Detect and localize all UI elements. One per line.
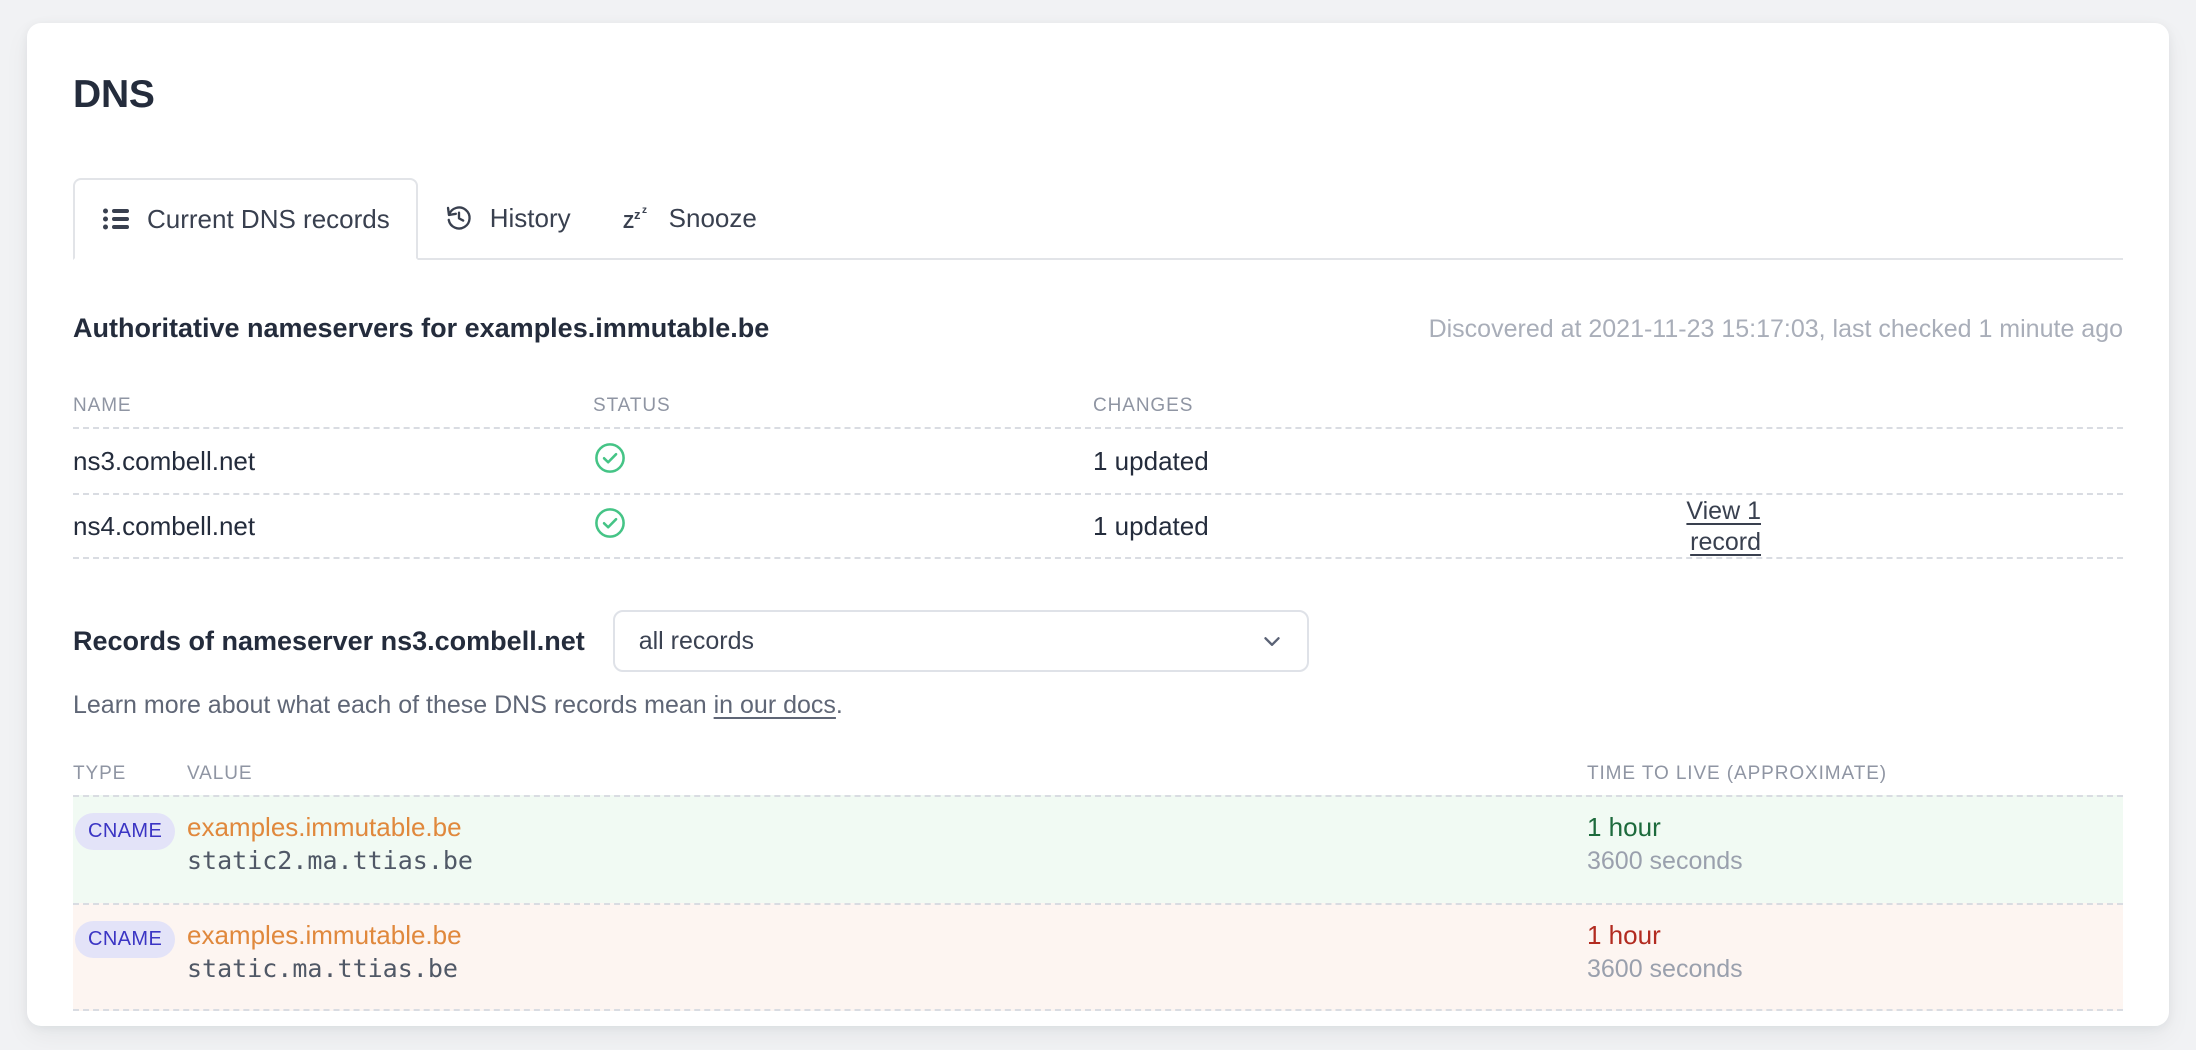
- nameserver-changes: 1 updated: [1093, 510, 1209, 541]
- column-header-value: VALUE: [187, 763, 253, 784]
- column-header-ttl: TIME TO LIVE (APPROXIMATE): [1587, 763, 1888, 784]
- column-header-name: NAME: [73, 395, 132, 416]
- record-target: static2.ma.ttias.be: [187, 845, 473, 875]
- discovered-meta: Discovered at 2021-11-23 15:17:03, last …: [1428, 315, 2123, 343]
- tab-label: Current DNS records: [147, 203, 390, 234]
- table-row: ns4.combell.net 1 updated View 1 record: [73, 493, 2123, 559]
- record-type: CNAME: [73, 813, 187, 850]
- tab-history[interactable]: History: [418, 178, 597, 258]
- record-type-filter-value: all records: [638, 626, 755, 655]
- table-row: CNAME examples.immutable.be static.ma.tt…: [73, 903, 2123, 1011]
- page-root: DNS Current DNS records History Z z z Sn…: [0, 0, 2196, 1050]
- nameserver-action: View 1 record: [1613, 495, 2123, 557]
- nameservers-heading: Authoritative nameservers for examples.i…: [73, 313, 770, 343]
- dns-card: DNS Current DNS records History Z z z Sn…: [27, 23, 2169, 1026]
- table-row: CNAME examples.immutable.be static2.ma.t…: [73, 795, 2123, 903]
- learn-more-text: Learn more about what each of these DNS …: [73, 691, 843, 720]
- record-ttl-seconds: 3600 seconds: [1587, 954, 1743, 983]
- record-host: examples.immutable.be: [187, 812, 462, 842]
- nameserver-name: ns4.combell.net: [73, 510, 256, 541]
- column-header-changes: CHANGES: [1093, 395, 1194, 416]
- table-row: ns3.combell.net 1 updated: [73, 427, 2123, 493]
- nameserver-status: [593, 506, 1093, 547]
- table-header-row: TYPE VALUE TIME TO LIVE (APPROXIMATE): [73, 753, 2123, 795]
- status-ok-check-icon: [593, 441, 627, 475]
- records-table: TYPE VALUE TIME TO LIVE (APPROXIMATE) CN…: [73, 753, 2123, 1011]
- column-header-status: STATUS: [593, 395, 671, 416]
- record-type: CNAME: [73, 921, 187, 958]
- nameserver-status: [593, 441, 1093, 482]
- page-title: DNS: [73, 73, 155, 116]
- svg-text:z: z: [642, 205, 647, 216]
- record-ttl: 1 hour 3600 seconds: [1587, 812, 2123, 879]
- record-host: examples.immutable.be: [187, 920, 462, 950]
- tab-label: Snooze: [668, 202, 757, 233]
- records-heading: Records of nameserver ns3.combell.net: [73, 625, 585, 656]
- status-ok-check-icon: [593, 506, 627, 540]
- snooze-zzz-icon: Z z z: [623, 203, 653, 233]
- record-ttl: 1 hour 3600 seconds: [1587, 920, 2123, 987]
- record-target: static.ma.ttias.be: [187, 953, 458, 983]
- svg-text:Z: Z: [623, 212, 634, 232]
- record-ttl-human: 1 hour: [1587, 812, 1661, 842]
- tab-snooze[interactable]: Z z z Snooze: [597, 178, 783, 258]
- nameservers-header: Authoritative nameservers for examples.i…: [73, 313, 2123, 344]
- tab-bar: Current DNS records History Z z z Snooze: [73, 178, 2123, 260]
- docs-link[interactable]: in our docs: [714, 691, 836, 719]
- nameserver-name: ns3.combell.net: [73, 445, 256, 476]
- record-type-badge: CNAME: [75, 813, 176, 850]
- tab-label: History: [489, 202, 571, 233]
- column-header-type: TYPE: [73, 763, 127, 784]
- svg-text:z: z: [634, 207, 641, 222]
- record-value: examples.immutable.be static.ma.ttias.be: [187, 920, 1587, 987]
- nameserver-changes: 1 updated: [1093, 445, 1209, 476]
- record-ttl-human: 1 hour: [1587, 920, 1661, 950]
- record-type-filter-select[interactable]: all records: [612, 610, 1309, 672]
- table-header-row: NAME STATUS CHANGES: [73, 385, 2123, 427]
- view-records-link[interactable]: View 1 record: [1686, 497, 1761, 556]
- learn-more-suffix: .: [835, 691, 843, 719]
- nameservers-table: NAME STATUS CHANGES ns3.combell.net 1 up…: [73, 385, 2123, 559]
- list-icon: [101, 204, 131, 234]
- chevron-down-icon: [1259, 628, 1285, 654]
- record-type-badge: CNAME: [75, 921, 176, 958]
- learn-more-prefix: Learn more about what each of these DNS …: [73, 691, 714, 719]
- record-ttl-seconds: 3600 seconds: [1587, 846, 1743, 875]
- records-header: Records of nameserver ns3.combell.net al…: [73, 610, 1309, 672]
- tab-current-dns-records[interactable]: Current DNS records: [73, 178, 418, 260]
- record-value: examples.immutable.be static2.ma.ttias.b…: [187, 812, 1587, 879]
- clock-rewind-icon: [444, 203, 474, 233]
